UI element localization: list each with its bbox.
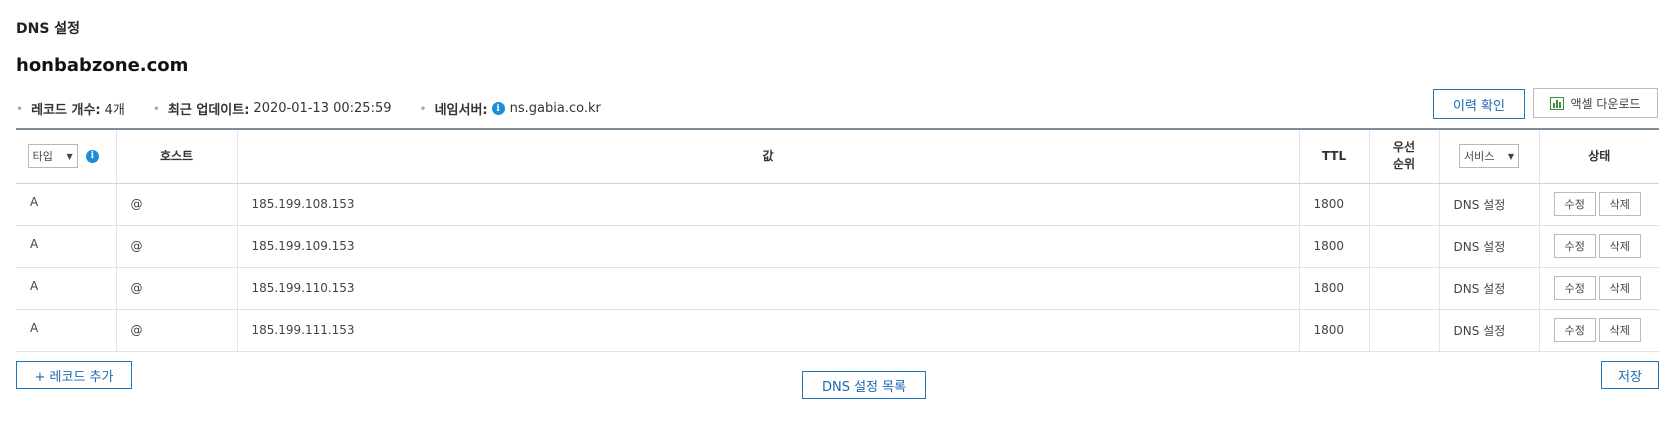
record-count-value: 4개 <box>104 103 125 118</box>
record-host: @ <box>115 309 237 352</box>
record-actions: 수정 삭제 <box>1538 183 1659 226</box>
table-row: A @ 185.199.109.153 1800 DNS 설정 수정 삭제 <box>16 225 1659 268</box>
delete-button[interactable]: 삭제 <box>1598 234 1641 258</box>
type-header: 타입 ▼ i <box>16 129 116 184</box>
record-type: A <box>16 183 116 226</box>
record-value: 185.199.109.153 <box>236 225 1299 268</box>
excel-download-label: 액셀 다운로드 <box>1570 96 1641 111</box>
nameserver: • 네임서버: i ns.gabia.co.kr <box>420 99 601 118</box>
info-icon[interactable]: i <box>85 149 99 163</box>
priority-header-line2: 순위 <box>1392 157 1416 172</box>
record-value: 185.199.111.153 <box>236 309 1299 352</box>
record-type: A <box>16 267 116 310</box>
status-header: 상태 <box>1538 129 1659 184</box>
record-ttl: 1800 <box>1298 183 1369 226</box>
service-header: 서비스 ▼ <box>1438 129 1539 184</box>
record-service: DNS 설정 <box>1438 309 1539 352</box>
record-actions: 수정 삭제 <box>1538 309 1659 352</box>
record-priority <box>1368 183 1439 226</box>
record-value: 185.199.108.153 <box>236 183 1299 226</box>
table-row: A @ 185.199.111.153 1800 DNS 설정 수정 삭제 <box>16 309 1659 352</box>
edit-button[interactable]: 수정 <box>1553 234 1596 258</box>
record-host: @ <box>115 225 237 268</box>
record-service: DNS 설정 <box>1438 267 1539 310</box>
ttl-header: TTL <box>1298 129 1369 184</box>
priority-header: 우선 순위 <box>1368 129 1439 184</box>
record-ttl: 1800 <box>1298 225 1369 268</box>
record-actions: 수정 삭제 <box>1538 225 1659 268</box>
record-service: DNS 설정 <box>1438 225 1539 268</box>
record-count-label: 레코드 개수: <box>31 103 101 118</box>
nameserver-value: ns.gabia.co.kr <box>509 101 601 116</box>
domain-title: honbabzone.com <box>16 55 189 76</box>
type-filter-select[interactable]: 타입 ▼ <box>27 144 78 169</box>
priority-header-line1: 우선 <box>1392 140 1416 155</box>
edit-button[interactable]: 수정 <box>1553 318 1596 342</box>
record-priority <box>1368 309 1439 352</box>
save-button[interactable]: 저장 <box>1601 361 1659 389</box>
table-row: A @ 185.199.110.153 1800 DNS 설정 수정 삭제 <box>16 267 1659 310</box>
record-value: 185.199.110.153 <box>236 267 1299 310</box>
last-update-value: 2020-01-13 00:25:59 <box>253 101 392 116</box>
service-filter-select[interactable]: 서비스 ▼ <box>1459 144 1519 169</box>
delete-button[interactable]: 삭제 <box>1598 318 1641 342</box>
bullet-icon: • <box>152 101 160 116</box>
delete-button[interactable]: 삭제 <box>1598 192 1641 216</box>
history-button[interactable]: 이력 확인 <box>1433 89 1525 119</box>
table-row: A @ 185.199.108.153 1800 DNS 설정 수정 삭제 <box>16 183 1659 226</box>
record-service: DNS 설정 <box>1438 183 1539 226</box>
record-count: • 레코드 개수: 4개 <box>16 99 125 119</box>
info-icon[interactable]: i <box>491 102 505 115</box>
bullet-icon: • <box>16 101 24 116</box>
excel-chart-icon <box>1550 96 1565 110</box>
excel-download-button[interactable]: 액셀 다운로드 <box>1533 88 1658 118</box>
host-header: 호스트 <box>115 129 237 184</box>
edit-button[interactable]: 수정 <box>1553 276 1596 300</box>
type-filter-label: 타입 <box>32 149 53 163</box>
record-ttl: 1800 <box>1298 309 1369 352</box>
caret-down-icon: ▼ <box>66 151 73 161</box>
record-type: A <box>16 309 116 352</box>
bullet-icon: • <box>419 101 427 116</box>
record-ttl: 1800 <box>1298 267 1369 310</box>
edit-button[interactable]: 수정 <box>1553 192 1596 216</box>
dns-list-button[interactable]: DNS 설정 목록 <box>802 371 926 399</box>
table-header-row: 타입 ▼ i 호스트 값 TTL 우선 순위 서비스 ▼ 상태 <box>16 129 1659 184</box>
last-update: • 최근 업데이트: 2020-01-13 00:25:59 <box>153 99 392 118</box>
service-filter-label: 서비스 <box>1464 149 1495 163</box>
value-header: 값 <box>236 129 1299 184</box>
caret-down-icon: ▼ <box>1507 151 1514 161</box>
record-actions: 수정 삭제 <box>1538 267 1659 310</box>
record-type: A <box>16 225 116 268</box>
delete-button[interactable]: 삭제 <box>1598 276 1641 300</box>
record-host: @ <box>115 183 237 226</box>
record-priority <box>1368 267 1439 310</box>
record-priority <box>1368 225 1439 268</box>
page-heading: DNS 설정 <box>16 21 81 37</box>
add-record-button[interactable]: + 레코드 추가 <box>16 361 132 389</box>
meta-row: • 레코드 개수: 4개 • 최근 업데이트: 2020-01-13 00:25… <box>16 99 629 118</box>
nameserver-label: 네임서버: <box>434 103 488 118</box>
dns-record-table: 타입 ▼ i 호스트 값 TTL 우선 순위 서비스 ▼ 상태 A @ 185.… <box>16 128 1659 352</box>
record-host: @ <box>115 267 237 310</box>
last-update-label: 최근 업데이트: <box>167 103 250 118</box>
